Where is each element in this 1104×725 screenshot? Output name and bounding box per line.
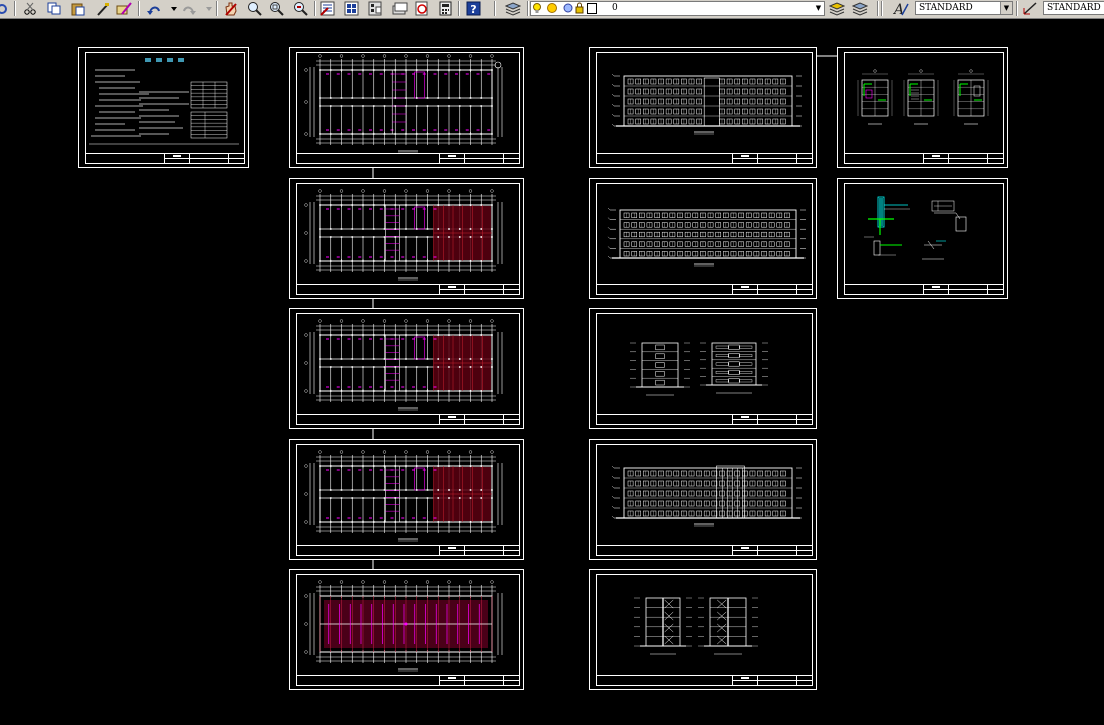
freeze-icon[interactable] xyxy=(562,2,574,15)
cut-icon[interactable] xyxy=(22,1,38,16)
standard-toolbar: ? 0 ▼ A STANDARD ▼ STANDARD xyxy=(0,0,1104,19)
sun-icon[interactable] xyxy=(546,2,558,15)
text-style-dropdown[interactable]: STANDARD ▼ xyxy=(915,1,1013,15)
undo-dropdown-icon[interactable] xyxy=(166,1,182,16)
model-space-canvas[interactable] xyxy=(0,19,1104,725)
text-style-value: STANDARD xyxy=(919,3,973,13)
sheet-connector-lines xyxy=(372,55,837,569)
sheet-set-icon[interactable] xyxy=(392,1,408,16)
redo-arrow-icon[interactable] xyxy=(181,1,197,16)
help-icon[interactable]: ? xyxy=(466,1,482,16)
pan-icon[interactable] xyxy=(223,1,239,16)
layer-manager-icon[interactable] xyxy=(505,1,521,16)
toolbar-separator xyxy=(527,1,529,16)
undo-icon[interactable] xyxy=(0,1,10,16)
lock-icon[interactable] xyxy=(575,2,585,15)
properties-icon[interactable] xyxy=(320,1,336,16)
zoom-window-icon[interactable] xyxy=(268,1,284,16)
toolbar-separator xyxy=(216,1,218,16)
color-swatch-icon xyxy=(587,3,597,14)
text-style-icon[interactable]: A xyxy=(893,1,909,16)
markup-icon[interactable] xyxy=(414,1,430,16)
dim-style-value: STANDARD xyxy=(1047,3,1101,13)
lightbulb-icon[interactable] xyxy=(532,2,542,15)
tool-palettes-icon[interactable] xyxy=(368,1,384,16)
toolbar-separator xyxy=(138,1,140,16)
zoom-realtime-icon[interactable] xyxy=(246,1,262,16)
brush-icon[interactable] xyxy=(116,1,132,16)
toolbar-separator xyxy=(14,1,16,16)
chevron-down-icon[interactable]: ▼ xyxy=(813,2,824,14)
match-properties-icon[interactable] xyxy=(95,1,111,16)
undo-arrow-icon[interactable] xyxy=(146,1,162,16)
dimension-style-icon[interactable] xyxy=(1022,1,1038,16)
redo-dropdown-icon[interactable] xyxy=(201,1,217,16)
design-center-icon[interactable] xyxy=(344,1,360,16)
svg-text:?: ? xyxy=(470,3,476,16)
toolbar-separator xyxy=(458,1,460,16)
toolbar-separator xyxy=(877,1,879,16)
layer-previous-icon[interactable] xyxy=(852,1,868,16)
chevron-down-icon[interactable]: ▼ xyxy=(1000,2,1012,14)
calculator-icon[interactable] xyxy=(438,1,454,16)
layer-control-dropdown[interactable]: 0 ▼ xyxy=(530,1,825,16)
toolbar-separator xyxy=(494,1,496,16)
toolbar-separator xyxy=(881,1,883,16)
toolbar-separator xyxy=(314,1,316,16)
current-layer-name: 0 xyxy=(612,3,618,13)
paste-icon[interactable] xyxy=(70,1,86,16)
zoom-previous-icon[interactable] xyxy=(292,1,308,16)
copy-icon[interactable] xyxy=(46,1,62,16)
dim-style-dropdown[interactable]: STANDARD xyxy=(1043,1,1104,15)
toolbar-separator xyxy=(1016,1,1018,16)
layer-state-icon[interactable] xyxy=(829,1,845,16)
